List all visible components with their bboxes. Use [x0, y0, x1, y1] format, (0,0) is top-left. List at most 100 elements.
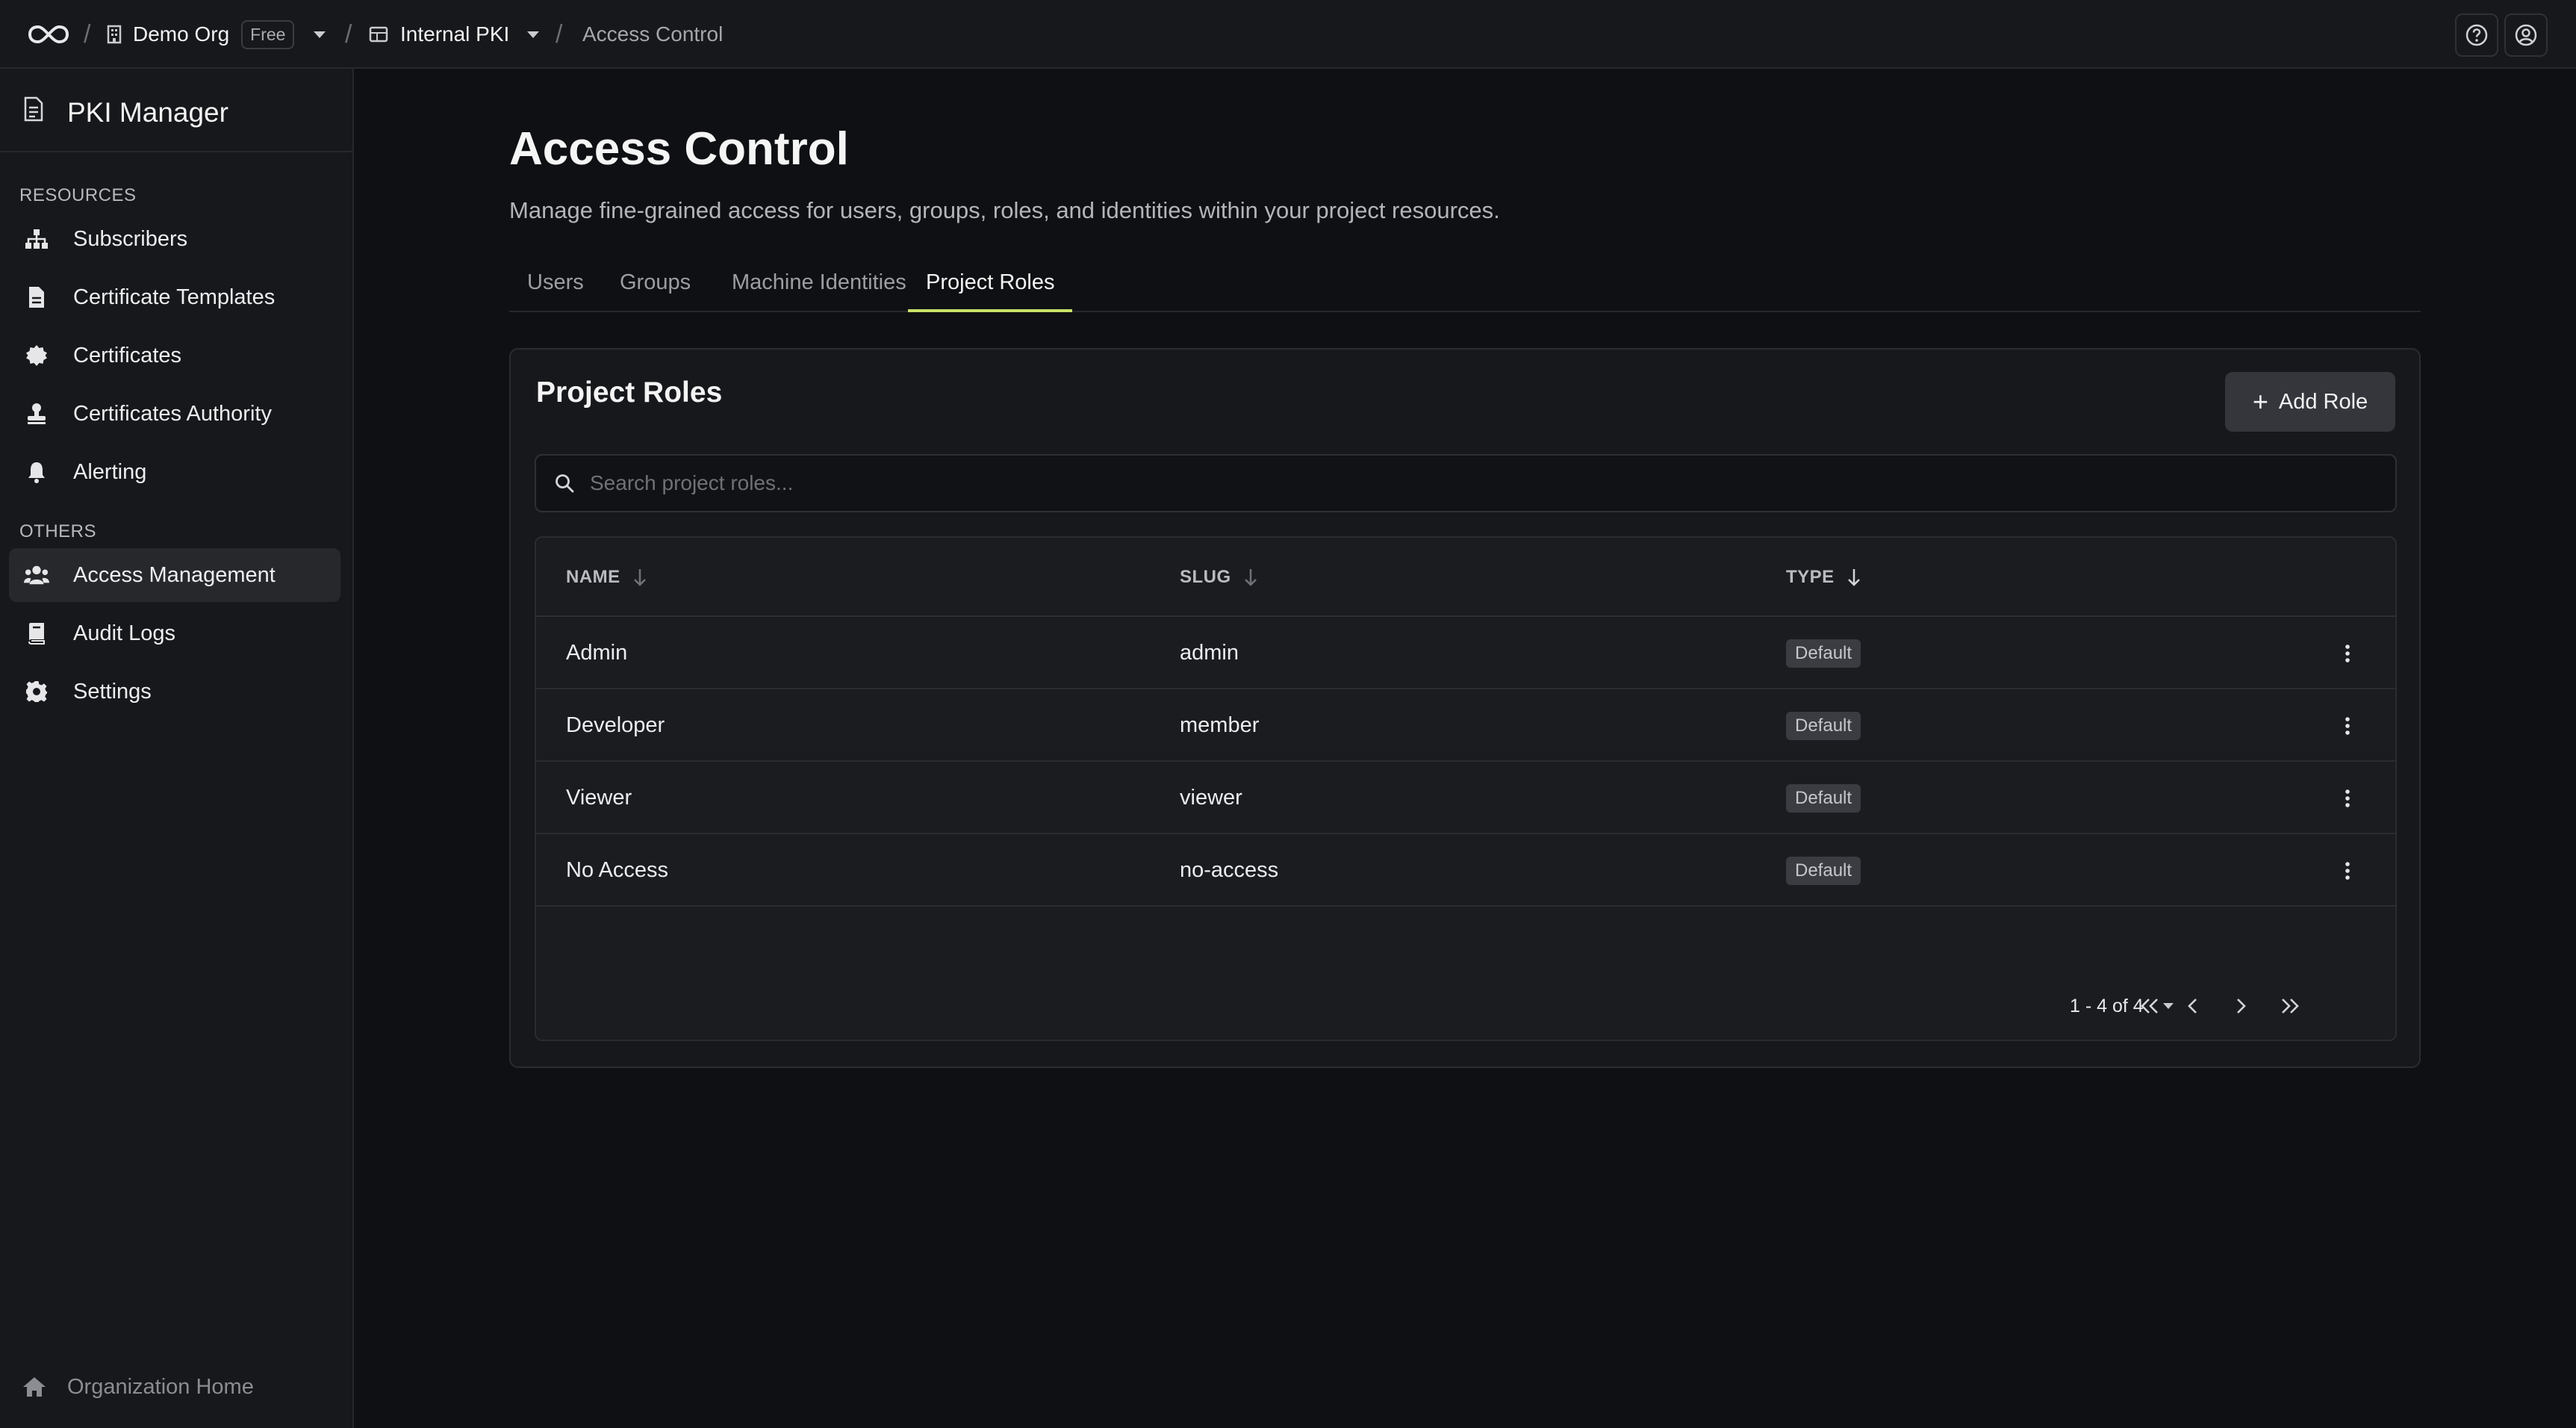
arrow-down-icon: [633, 569, 646, 586]
sidebar-item-alerting[interactable]: Alerting: [9, 445, 340, 499]
org-switcher[interactable]: Demo Org Free: [106, 0, 326, 69]
table-icon: [369, 26, 388, 43]
table-row[interactable]: No Access no-access Default: [536, 834, 2395, 907]
table-header: NAME SLUG TYPE: [536, 538, 2395, 617]
column-label: SLUG: [1180, 567, 1231, 587]
breadcrumb-current: Access Control: [582, 22, 724, 46]
section-label-others: OTHERS: [19, 521, 97, 541]
app-title: PKI Manager: [67, 97, 228, 128]
sidebar-item-audit-logs[interactable]: Audit Logs: [9, 606, 340, 660]
row-menu-button[interactable]: [2345, 762, 2351, 834]
plus-icon: +: [2252, 386, 2268, 417]
chevron-right-icon: [2237, 999, 2246, 1013]
stamp-icon: [24, 401, 49, 426]
card-title: Project Roles: [536, 376, 723, 409]
sidebar-item-label: Alerting: [73, 459, 147, 484]
sidebar-item-label: Audit Logs: [73, 621, 176, 645]
sidebar-item-label: Settings: [73, 679, 152, 704]
role-slug: viewer: [1180, 786, 1242, 810]
row-menu-button[interactable]: [2345, 834, 2351, 907]
sidebar-item-label: Access Management: [73, 562, 276, 587]
sidebar-item-settings[interactable]: Settings: [9, 665, 340, 718]
pagination: 1 - 4 of 4: [536, 972, 2395, 1040]
arrow-down-icon: [1847, 569, 1860, 586]
column-header-name[interactable]: NAME: [566, 538, 647, 617]
role-name: Viewer: [566, 786, 632, 810]
search-icon: [556, 474, 574, 493]
infinity-logo-icon[interactable]: [27, 21, 70, 48]
more-vertical-icon: [2345, 789, 2350, 807]
user-menu-button[interactable]: [2504, 13, 2548, 57]
column-header-type[interactable]: TYPE: [1786, 538, 1861, 617]
column-header-slug[interactable]: SLUG: [1180, 538, 1258, 617]
role-type-badge: Default: [1786, 711, 1861, 740]
home-icon: [23, 1377, 46, 1397]
role-slug: no-access: [1180, 858, 1279, 882]
table-row[interactable]: Admin admin Default: [536, 617, 2395, 689]
plan-badge: Free: [241, 19, 295, 49]
role-slug: admin: [1180, 641, 1239, 665]
breadcrumb-separator: /: [84, 19, 91, 49]
organization-home-label: Organization Home: [67, 1374, 254, 1399]
role-slug: member: [1180, 713, 1260, 737]
sidebar-item-certificates-authority[interactable]: Certificates Authority: [9, 387, 340, 441]
chevron-left-icon: [2188, 999, 2197, 1013]
page-title: Access Control: [509, 123, 849, 175]
project-roles-card: Project Roles + Add Role NAME SLUG: [509, 348, 2421, 1068]
active-tab-indicator: [908, 309, 1072, 312]
tab-groups[interactable]: Groups: [620, 252, 691, 312]
role-name: No Access: [566, 858, 668, 882]
users-icon: [24, 562, 49, 588]
chevrons-right-icon: [2282, 999, 2299, 1013]
chevron-down-icon[interactable]: [314, 31, 326, 38]
user-circle-icon: [2515, 24, 2537, 46]
sidebar-item-certificates[interactable]: Certificates: [9, 329, 340, 382]
breadcrumb-separator: /: [556, 19, 563, 49]
table-row[interactable]: Viewer viewer Default: [536, 762, 2395, 834]
next-page-button[interactable]: [2225, 990, 2256, 1022]
sidebar-item-label: Certificates Authority: [73, 401, 272, 426]
tab-project-roles[interactable]: Project Roles: [926, 252, 1054, 312]
add-role-button[interactable]: + Add Role: [2225, 372, 2395, 432]
chevrons-left-icon: [2141, 999, 2158, 1013]
sidebar-item-label: Certificate Templates: [73, 285, 276, 309]
certificate-badge-icon: [24, 343, 49, 368]
sidebar-item-certificate-templates[interactable]: Certificate Templates: [9, 270, 340, 324]
book-icon: [24, 621, 49, 646]
tab-machine-identities[interactable]: Machine Identities: [732, 252, 906, 312]
row-menu-button[interactable]: [2345, 617, 2351, 689]
file-icon: [24, 285, 49, 310]
column-label: TYPE: [1786, 567, 1835, 587]
gear-icon: [24, 679, 49, 704]
tab-bar: Users Groups Machine Identities Project …: [509, 252, 2421, 312]
arrow-down-icon: [1244, 569, 1257, 586]
divider: [0, 151, 352, 152]
organization-home-link[interactable]: Organization Home: [22, 1361, 254, 1413]
project-switcher[interactable]: Internal PKI: [369, 0, 540, 69]
row-menu-button[interactable]: [2345, 689, 2351, 762]
table-row[interactable]: Developer member Default: [536, 689, 2395, 762]
page-subtitle: Manage fine-grained access for users, gr…: [509, 197, 1500, 223]
help-button[interactable]: [2455, 13, 2498, 57]
search-box: [535, 454, 2397, 512]
search-input[interactable]: [590, 471, 2307, 495]
sidebar-item-subscribers[interactable]: Subscribers: [9, 212, 340, 266]
bell-icon: [24, 459, 49, 485]
first-page-button[interactable]: [2134, 990, 2165, 1022]
previous-page-button[interactable]: [2177, 990, 2209, 1022]
last-page-button[interactable]: [2274, 990, 2306, 1022]
org-name: Demo Org: [133, 22, 230, 46]
pagination-range: 1 - 4 of 4: [2070, 995, 2144, 1016]
section-label-resources: RESOURCES: [19, 185, 137, 205]
sidebar-item-access-management[interactable]: Access Management: [9, 548, 340, 602]
more-vertical-icon: [2345, 716, 2350, 735]
more-vertical-icon: [2345, 644, 2350, 662]
role-type-badge: Default: [1786, 639, 1861, 668]
sidebar-item-label: Certificates: [73, 343, 182, 367]
building-icon: [107, 25, 122, 44]
more-vertical-icon: [2345, 861, 2350, 880]
role-name: Admin: [566, 641, 628, 665]
document-icon: [24, 96, 43, 122]
chevron-down-icon[interactable]: [527, 31, 540, 38]
tab-users[interactable]: Users: [527, 252, 584, 312]
